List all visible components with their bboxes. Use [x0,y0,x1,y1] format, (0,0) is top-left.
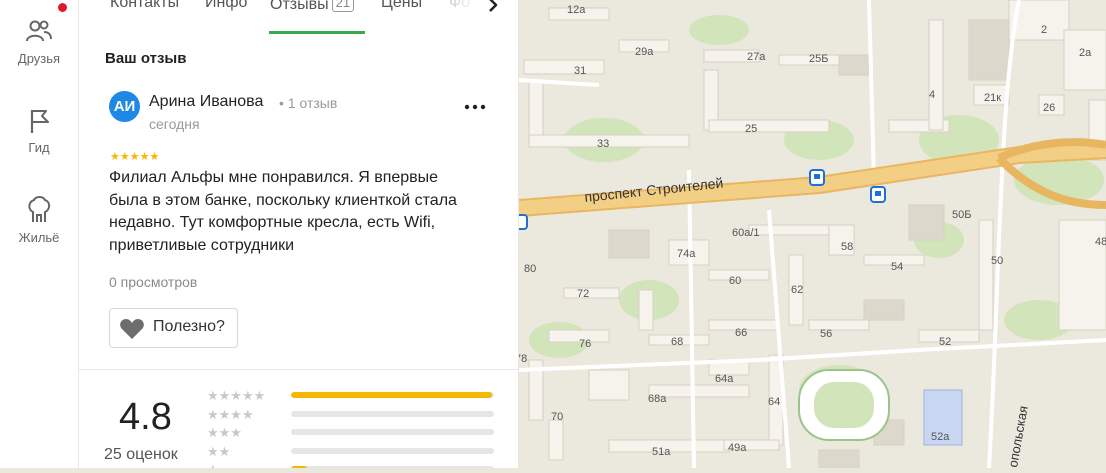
house-label: 64а [715,373,734,385]
more-dots-icon [464,104,486,110]
house-label: 2а [1079,47,1092,59]
house-label: 72 [577,288,589,300]
chevron-right-icon [489,0,498,12]
house-label: 21к [984,92,1001,104]
review-date: сегодня [149,116,200,132]
house-label: 62 [791,284,803,296]
nav-item-guide-label: Гид [28,140,50,155]
tab-active-indicator [269,31,365,34]
house-label: 31 [574,65,586,77]
bus-stop-icon[interactable] [514,214,528,230]
distribution-stars: ★★ [207,443,231,459]
distribution-bar [291,429,494,435]
house-label: 51а [652,446,671,458]
review-text: Филиал Альфы мне понравился. Я впервые б… [109,169,457,254]
house-label: 60а/1 [732,227,760,239]
distribution-stars: ★★★★ [207,406,254,422]
useful-button[interactable]: Полезно? [109,308,238,348]
nav-item-housing[interactable]: Жильё [0,194,78,245]
useful-button-label: Полезно? [153,318,225,335]
house-label: 26 [1043,102,1055,114]
house-label: 74а [677,248,696,260]
house-label: 80 [524,263,536,275]
house-label: 58 [841,241,853,253]
distribution-bar [291,410,494,417]
tab-fade [439,0,479,20]
house-label: 2 [1041,24,1047,36]
house-label: 50Б [952,209,971,221]
house-label: 56 [820,328,832,340]
tab-reviews[interactable]: Отзывы 21 [270,0,355,14]
house-label: 52 [939,336,951,348]
house-label: 50 [991,255,1003,267]
house-label: 52а [931,431,950,443]
house-label: 66 [735,327,747,339]
house-label: 70 [551,411,563,423]
distribution-stars: ★★★★★ [207,388,266,403]
section-divider [79,369,518,370]
house-label: 68а [648,393,667,405]
rating-count: 25 оценок [104,446,178,463]
distribution-stars: ★★★ [207,425,242,440]
review-views: 0 просмотров [109,274,198,290]
rating-score: 4.8 [119,396,172,438]
notification-dot [58,3,67,12]
house-label: 4 [929,89,935,101]
nav-item-friends-label: Друзья [17,51,61,66]
tabs-scroll-right-button[interactable] [479,0,509,18]
left-navigation-rail: Друзья Гид Жильё [0,0,79,468]
house-label: 48 [1095,236,1106,248]
house-label: 64 [768,396,780,408]
house-label: 25Б [809,53,828,65]
bus-stop-icon[interactable] [870,186,886,203]
house-label: 49а [728,442,747,454]
review-author-meta: • 1 отзыв [279,95,338,111]
organization-panel: Контакты Инфо Отзывы21 Цены Фо Ваш отзыв… [79,0,518,468]
house-label: 33 [597,138,609,150]
house-label: 68 [671,336,683,348]
tab-bar: Контакты Инфо Отзывы21 Цены Фо [79,0,518,34]
flag-icon [30,110,49,133]
review-author-name[interactable]: Арина Иванова [149,93,263,111]
heart-icon [120,319,144,339]
review-star-rating: ★★★★★ [110,151,160,163]
tab-reviews-count: 21 [331,0,355,12]
avatar[interactable]: АИ [109,91,140,122]
more-options-button[interactable] [462,94,488,118]
house-label: 60 [729,275,741,287]
house-label: 12а [567,4,586,16]
nav-item-guide[interactable]: Гид [0,106,78,155]
house-label: 54 [891,261,903,273]
house-label: 27а [747,51,766,63]
tab-info[interactable]: Инфо [205,0,247,12]
house-label: 76 [579,338,591,350]
map-view[interactable]: проспект Строителей опольская 12а 2 29а … [514,0,1106,469]
distribution-bar-fill [291,392,492,398]
house-label: 25 [745,123,757,135]
house-label: 78 [519,353,527,365]
tab-contacts[interactable]: Контакты [110,0,179,12]
distribution-bar [291,447,494,454]
tab-prices[interactable]: Цены [381,0,422,12]
nav-item-friends[interactable]: Друзья [0,17,78,66]
map-canvas[interactable]: проспект Строителей опольская 12а 2 29а … [514,0,1106,469]
your-review-heading: Ваш отзыв [105,50,187,67]
house-label: 29а [635,46,654,58]
distribution-stars: ★ [207,463,219,468]
nav-item-housing-label: Жильё [18,230,60,245]
bus-stop-icon[interactable] [809,169,825,186]
friends-icon [26,20,52,42]
tab-reviews-label: Отзывы [270,0,329,13]
stadium-field [814,382,874,428]
distribution-bar [291,392,494,398]
housing-icon [28,196,51,222]
